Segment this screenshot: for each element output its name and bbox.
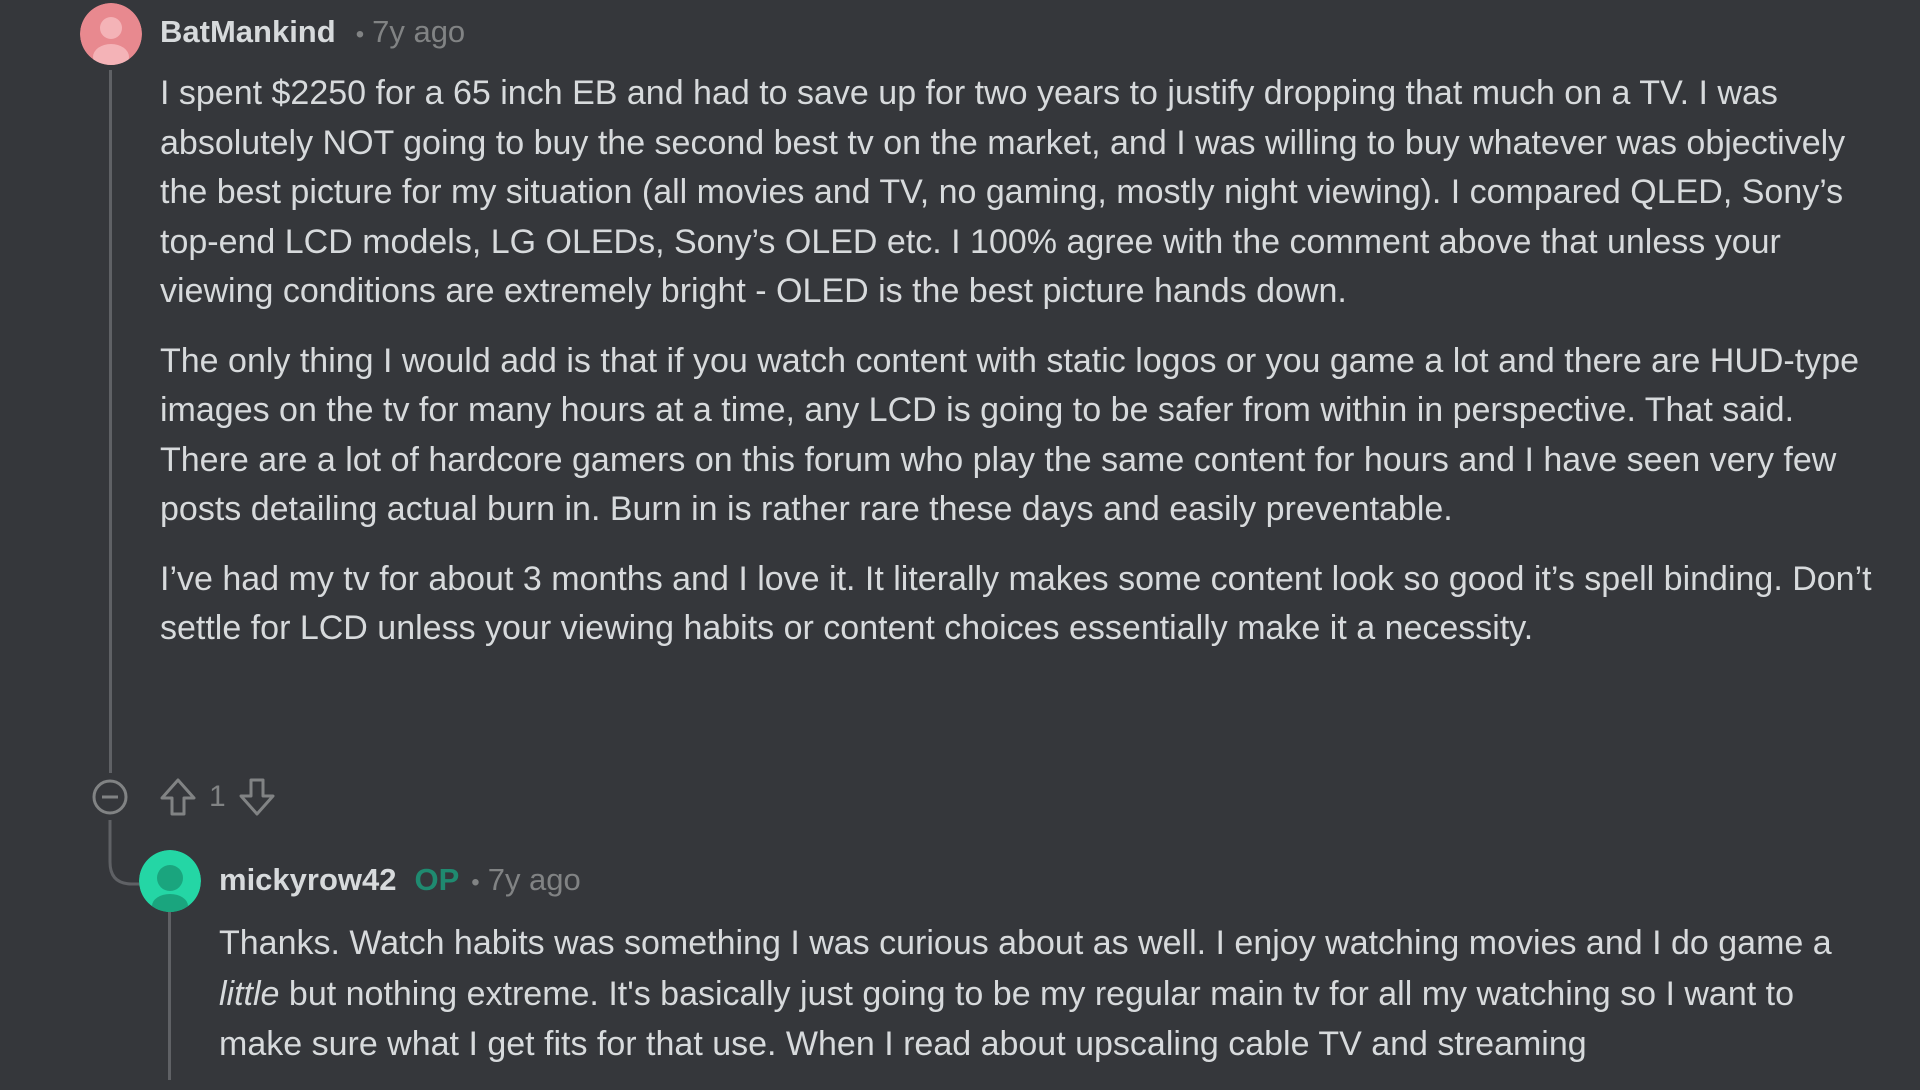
avatar[interactable] [80, 3, 142, 65]
meta-separator: • [355, 21, 365, 48]
thread-line-reply[interactable] [168, 910, 171, 1080]
op-badge: OP [414, 862, 460, 897]
comment-body: I spent $2250 for a 65 inch EB and had t… [160, 69, 1890, 674]
timestamp[interactable]: 7y ago [372, 14, 465, 50]
comment-paragraph: The only thing I would add is that if yo… [160, 341, 1860, 529]
comment-body: Thanks. Watch habits was something I was… [219, 918, 1879, 1090]
comment-text: Thanks. Watch habits was something I was… [219, 924, 1832, 962]
comment-italic-text: little [219, 974, 280, 1013]
author-name[interactable]: mickyrow42 [219, 862, 397, 898]
comment-meta: mickyrow42 OP • 7y ago [219, 862, 581, 898]
comment-paragraph: I spent $2250 for a 65 inch EB and had t… [160, 74, 1846, 310]
comment-text: but nothing extreme. It's basically just… [219, 974, 1794, 1064]
comment-actions: 1 [91, 777, 276, 817]
collapse-minus-icon[interactable] [91, 778, 129, 816]
author-name[interactable]: BatMankind [160, 14, 336, 50]
comment-paragraph: I’ve had my tv for about 3 months and I … [160, 559, 1872, 648]
timestamp[interactable]: 7y ago [488, 862, 581, 898]
meta-separator: • [471, 869, 480, 896]
thread-line-parent[interactable] [109, 70, 112, 773]
upvote-arrow-icon[interactable] [159, 777, 197, 817]
comment-meta: BatMankind • 7y ago [160, 14, 465, 50]
comment-paragraph: Thanks. Watch habits was something I was… [219, 918, 1879, 1070]
vote-count: 1 [209, 780, 226, 813]
downvote-arrow-icon[interactable] [238, 777, 276, 817]
avatar[interactable] [139, 850, 201, 912]
